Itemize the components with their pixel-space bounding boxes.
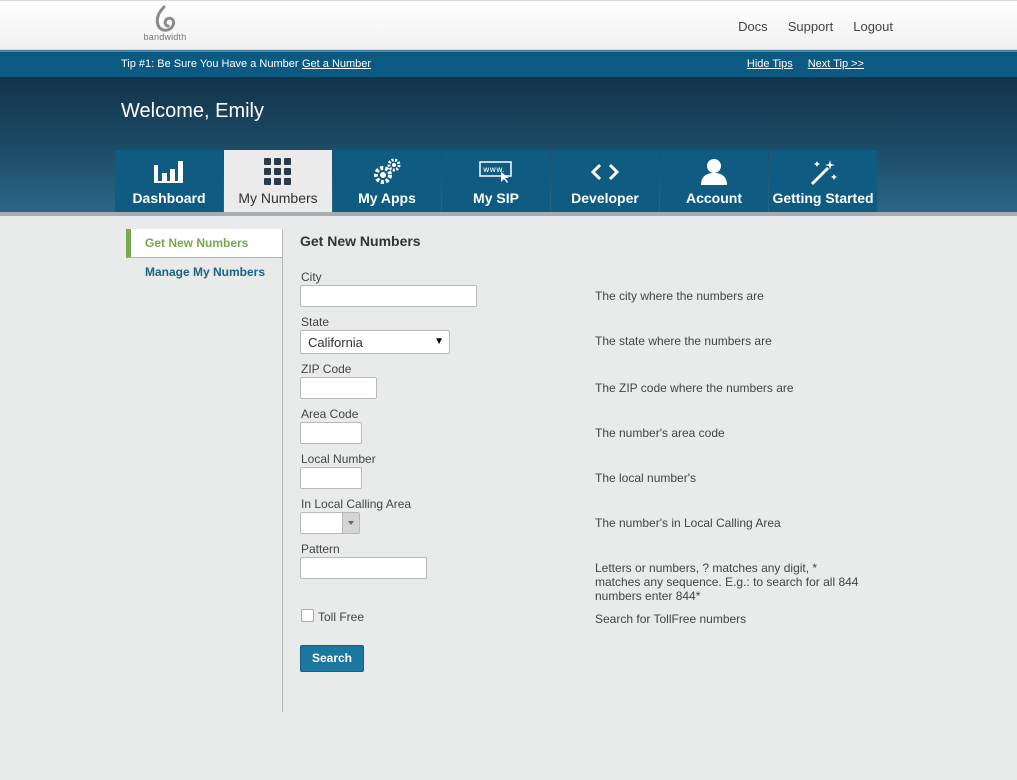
logout-link[interactable]: Logout: [853, 19, 893, 34]
tab-label: Account: [686, 190, 742, 206]
tab-label: My Apps: [358, 190, 416, 206]
next-tip-link[interactable]: Next Tip >>: [808, 58, 864, 70]
hide-tips-link[interactable]: Hide Tips: [747, 58, 793, 70]
local-calling-label: In Local Calling Area: [301, 497, 412, 511]
page-title: Get New Numbers: [300, 233, 421, 249]
search-button[interactable]: Search: [300, 645, 364, 672]
sidebar: Get New Numbers Manage My Numbers: [126, 229, 283, 712]
toll-free-checkbox[interactable]: [301, 609, 314, 622]
main-tabs: Dashboard My Numbers My Apps www. My SIP…: [115, 150, 877, 212]
get-a-number-link[interactable]: Get a Number: [302, 58, 371, 70]
tab-my-apps[interactable]: My Apps: [333, 150, 441, 212]
tab-getting-started[interactable]: Getting Started: [769, 150, 877, 212]
chevron-down-icon[interactable]: [342, 513, 359, 533]
pattern-label: Pattern: [301, 542, 340, 556]
state-label: State: [301, 315, 330, 329]
sidebar-item-manage-my-numbers[interactable]: Manage My Numbers: [126, 258, 282, 287]
city-help: The city where the numbers are: [595, 289, 764, 303]
dropdown-arrow-icon: ▼: [434, 336, 444, 347]
welcome-message: Welcome, Emily: [121, 100, 264, 122]
tab-my-numbers[interactable]: My Numbers: [224, 150, 332, 212]
gears-icon: [374, 158, 401, 184]
support-link[interactable]: Support: [788, 19, 834, 34]
code-icon: [590, 163, 620, 181]
header: Welcome, Emily Dashboard My Numbers My A…: [0, 77, 1017, 212]
local-number-label: Local Number: [301, 452, 376, 466]
tab-label: My Numbers: [238, 190, 318, 206]
state-selected-value: California: [308, 335, 363, 350]
top-bar: bandwidth Docs Support Logout: [0, 0, 1017, 50]
pattern-help: Letters or numbers, ? matches any digit,…: [595, 561, 859, 603]
bandwidth-logo[interactable]: bandwidth: [140, 5, 190, 47]
local-calling-help: The number's in Local Calling Area: [595, 516, 781, 530]
tab-account[interactable]: Account: [660, 150, 768, 212]
zip-label: ZIP Code: [301, 362, 352, 376]
magic-wand-icon: [810, 160, 837, 186]
docs-link[interactable]: Docs: [738, 19, 768, 34]
pattern-input[interactable]: [300, 557, 427, 579]
area-code-input[interactable]: [300, 422, 362, 444]
zip-help: The ZIP code where the numbers are: [595, 381, 794, 395]
tab-label: Developer: [571, 190, 639, 206]
local-number-help: The local number's: [595, 471, 697, 485]
user-icon: [701, 159, 727, 185]
toll-free-label: Toll Free: [318, 610, 365, 624]
tip-text: Tip #1: Be Sure You Have a Number: [121, 58, 299, 70]
local-number-input[interactable]: [300, 467, 362, 489]
tip-bar: Tip #1: Be Sure You Have a Number Get a …: [0, 50, 1017, 77]
state-select[interactable]: California ▼: [300, 330, 450, 354]
sidebar-item-get-new-numbers[interactable]: Get New Numbers: [126, 229, 282, 258]
city-input[interactable]: [300, 285, 477, 307]
header-divider: [0, 212, 1017, 216]
area-code-label: Area Code: [301, 407, 359, 421]
keypad-icon: [264, 158, 291, 185]
tab-label: Getting Started: [772, 190, 874, 206]
zip-input[interactable]: [300, 377, 377, 399]
bandwidth-logo-icon: [155, 5, 176, 32]
area-code-help: The number's area code: [595, 426, 725, 440]
tab-developer[interactable]: Developer: [551, 150, 659, 212]
bar-chart-icon: [154, 161, 183, 183]
city-label: City: [301, 270, 322, 284]
www-browser-icon: www.: [479, 161, 512, 183]
tab-label: Dashboard: [132, 190, 206, 206]
tab-my-sip[interactable]: www. My SIP: [442, 150, 550, 212]
state-help: The state where the numbers are: [595, 334, 772, 348]
local-calling-dropdown[interactable]: [300, 512, 360, 534]
tab-label: My SIP: [473, 190, 519, 206]
logo-text: bandwidth: [143, 32, 187, 42]
tab-dashboard[interactable]: Dashboard: [115, 150, 223, 212]
toll-free-help: Search for TollFree numbers: [595, 612, 747, 626]
